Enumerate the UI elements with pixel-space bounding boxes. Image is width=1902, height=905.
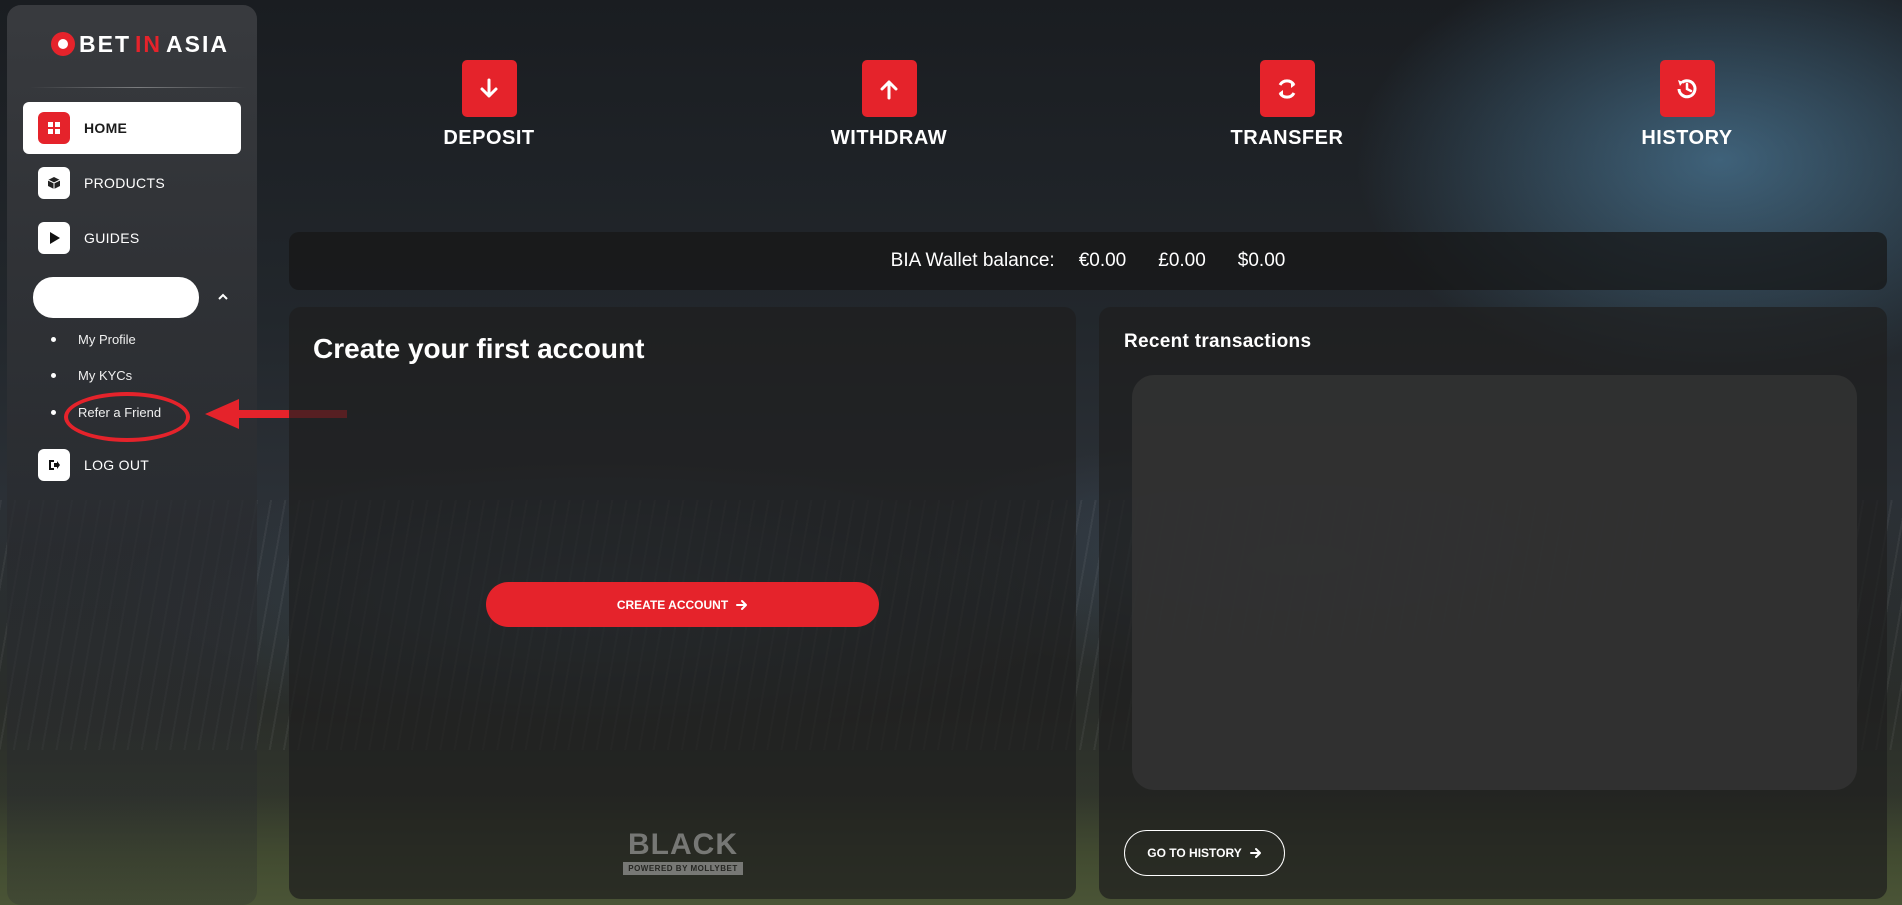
create-account-panel: Create your first account CREATE ACCOUNT… (289, 307, 1076, 899)
recent-transactions-panel: Recent transactions GO TO HISTORY (1099, 307, 1887, 899)
withdraw-button[interactable] (861, 60, 917, 117)
history-action[interactable]: HISTORY (1607, 60, 1767, 150)
sidebar-subitem-my-profile[interactable]: My Profile (51, 329, 136, 349)
brand-part-3: ASIA (166, 30, 229, 57)
create-account-title: Create your first account (313, 333, 645, 364)
bullet-icon (51, 409, 56, 415)
wallet-balance-label: BIA Wallet balance: (890, 250, 1055, 271)
sidebar: BET IN ASIA HOME PRODUCTS GUIDES My Profil… (7, 5, 257, 905)
history-label: HISTORY (1641, 127, 1733, 149)
arrow-up-icon (880, 80, 898, 99)
chevron-up-icon[interactable] (215, 289, 231, 305)
arrow-right-icon (736, 599, 748, 610)
logout-icon (38, 449, 70, 481)
wallet-balance-bar: BIA Wallet balance: €0.00 £0.00 $0.00 (289, 232, 1887, 290)
brand-logo[interactable]: BET IN ASIA (51, 29, 229, 59)
sidebar-subitem-label: My KYCs (78, 367, 133, 383)
history-icon (1677, 78, 1697, 98)
withdraw-action[interactable]: WITHDRAW (809, 60, 969, 150)
brand-part-1: BET (79, 30, 131, 57)
arrow-down-icon (480, 78, 498, 97)
logo-divider (29, 87, 247, 88)
create-account-button-label: CREATE ACCOUNT (616, 597, 729, 612)
sidebar-subitem-label: My Profile (78, 331, 136, 347)
wallet-balance-eur: €0.00 (1078, 250, 1127, 271)
sidebar-item-label: PRODUCTS (84, 175, 165, 191)
sidebar-subitem-my-kycs[interactable]: My KYCs (51, 365, 132, 385)
play-icon (38, 222, 70, 254)
sidebar-item-label: LOG OUT (84, 457, 150, 473)
bullet-icon (51, 372, 56, 378)
transfer-button[interactable] (1259, 60, 1315, 117)
black-logo-word: BLACK (628, 828, 738, 861)
go-to-history-label: GO TO HISTORY (1147, 846, 1242, 860)
history-button[interactable] (1659, 60, 1715, 117)
black-partner-logo: BLACK POWERED BY MOLLYBET (617, 830, 749, 880)
arrow-right-icon (1249, 848, 1261, 858)
deposit-label: DEPOSIT (443, 127, 535, 149)
sidebar-item-home[interactable]: HOME (23, 102, 241, 154)
deposit-button[interactable] (461, 60, 517, 117)
grid-icon (38, 112, 70, 144)
sidebar-item-label: HOME (84, 120, 128, 136)
transfer-label: TRANSFER (1230, 127, 1344, 149)
account-menu-toggle[interactable] (33, 277, 199, 318)
transfer-action[interactable]: TRANSFER (1207, 60, 1367, 150)
transactions-list (1132, 375, 1857, 790)
wallet-balance-usd: $0.00 (1237, 250, 1286, 271)
sidebar-item-guides[interactable]: GUIDES (23, 212, 241, 264)
bullet-icon (51, 336, 56, 342)
sidebar-item-logout[interactable]: LOG OUT (23, 439, 241, 491)
soccer-ball-icon (51, 32, 75, 56)
box-icon (38, 167, 70, 199)
brand-part-2: IN (135, 30, 162, 57)
create-account-button[interactable]: CREATE ACCOUNT (486, 582, 879, 627)
recent-transactions-title: Recent transactions (1124, 331, 1312, 352)
highlight-ellipse (64, 392, 190, 442)
sidebar-item-products[interactable]: PRODUCTS (23, 157, 241, 209)
withdraw-label: WITHDRAW (830, 127, 948, 149)
refresh-icon (1278, 78, 1296, 99)
black-logo-sub: POWERED BY MOLLYBET (623, 862, 743, 875)
deposit-action[interactable]: DEPOSIT (409, 60, 569, 150)
sidebar-item-label: GUIDES (84, 230, 140, 246)
wallet-balance-gbp: £0.00 (1158, 250, 1206, 271)
go-to-history-button[interactable]: GO TO HISTORY (1124, 830, 1285, 876)
